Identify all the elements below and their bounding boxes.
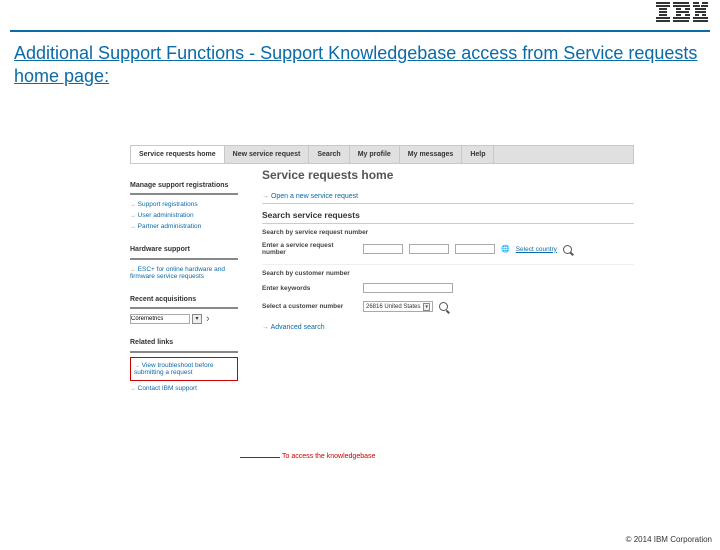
- enter-keywords-label: Enter keywords: [262, 285, 357, 292]
- tab-search[interactable]: Search: [309, 146, 349, 163]
- enter-request-label: Enter a service request number: [262, 242, 357, 256]
- annotation-text: To access the knowledgebase: [282, 453, 375, 460]
- app-screenshot: Service requests home New service reques…: [130, 145, 634, 408]
- search-icon-2[interactable]: [439, 302, 448, 311]
- open-new-request-link[interactable]: Open a new service request: [262, 190, 634, 204]
- tab-profile[interactable]: My profile: [350, 146, 400, 163]
- request-input-3[interactable]: [455, 244, 495, 254]
- select-country-link[interactable]: Select country: [516, 246, 557, 253]
- tab-home[interactable]: Service requests home: [131, 146, 225, 163]
- sidebar-link-partner-admin[interactable]: Partner administration: [130, 221, 238, 232]
- nav-tabs: Service requests home New service reques…: [130, 145, 634, 164]
- select-customer-label: Select a customer number: [262, 303, 357, 310]
- customer-select[interactable]: 26816 United States▾: [363, 301, 433, 312]
- sidebar: Manage support registrations Support reg…: [130, 164, 238, 408]
- slide-title: Additional Support Functions - Support K…: [0, 32, 720, 87]
- advanced-search-link[interactable]: Advanced search: [262, 316, 634, 331]
- tab-new-request[interactable]: New service request: [225, 146, 310, 163]
- sidebar-link-contact[interactable]: Contact IBM support: [130, 383, 238, 394]
- search-icon[interactable]: [563, 245, 572, 254]
- main-content: Service requests home Open a new service…: [238, 164, 634, 408]
- sidebar-link-esc[interactable]: ESC+ for online hardware and firmware se…: [130, 264, 238, 282]
- recent-input[interactable]: [130, 314, 190, 324]
- dropdown-icon[interactable]: ▾: [192, 314, 202, 324]
- ibm-logo: [656, 2, 708, 24]
- globe-icon: 🌐: [501, 245, 510, 253]
- annotation-line: [240, 457, 280, 458]
- request-input-1[interactable]: [363, 244, 403, 254]
- sidebar-link-user-admin[interactable]: User administration: [130, 210, 238, 221]
- header-rule: [10, 10, 710, 32]
- sidebar-recent-heading: Recent acquisitions: [130, 296, 238, 309]
- tab-help[interactable]: Help: [462, 146, 494, 163]
- sidebar-manage-heading: Manage support registrations: [130, 182, 238, 195]
- sidebar-link-support-registrations[interactable]: Support registrations: [130, 199, 238, 210]
- search-by-customer-label: Search by customer number: [262, 264, 634, 279]
- page-heading: Service requests home: [262, 168, 634, 182]
- chevron-right-icon[interactable]: ›: [206, 313, 210, 325]
- keywords-input[interactable]: [363, 283, 453, 293]
- search-by-number-label: Search by service request number: [262, 224, 634, 238]
- highlight-box: View troubleshoot before submitting a re…: [130, 357, 238, 381]
- request-input-2[interactable]: [409, 244, 449, 254]
- sidebar-link-troubleshoot[interactable]: View troubleshoot before submitting a re…: [134, 360, 234, 378]
- sidebar-related-heading: Related links: [130, 339, 238, 352]
- tab-messages[interactable]: My messages: [400, 146, 463, 163]
- sidebar-hardware-heading: Hardware support: [130, 246, 238, 259]
- search-heading: Search service requests: [262, 204, 634, 224]
